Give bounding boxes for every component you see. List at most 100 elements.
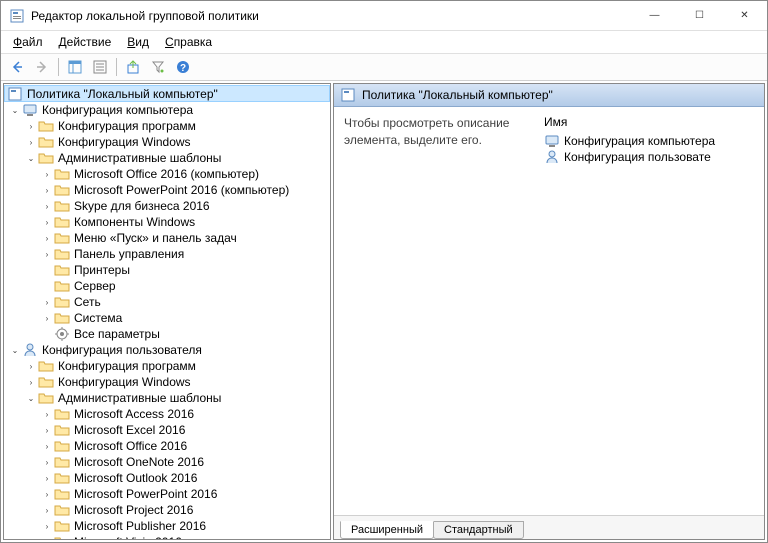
tree-node[interactable]: › Microsoft Access 2016 [4, 406, 330, 422]
tree-node[interactable]: ›Microsoft Office 2016 (компьютер) [4, 166, 330, 182]
description-column: Чтобы просмотреть описание элемента, выд… [344, 115, 514, 507]
folder-icon [54, 262, 70, 278]
tree-node[interactable]: Сервер [4, 278, 330, 294]
blank-icon [40, 263, 54, 277]
expand-icon[interactable]: › [40, 199, 54, 213]
tree-node-root[interactable]: Политика "Локальный компьютер" [4, 85, 330, 102]
tree-node[interactable]: › Microsoft OneNote 2016 [4, 454, 330, 470]
toolbar: ? [1, 53, 767, 81]
tree-node[interactable]: ›Microsoft Outlook 2016 [4, 470, 330, 486]
expand-icon[interactable]: › [40, 231, 54, 245]
folder-icon [54, 454, 70, 470]
expand-icon[interactable]: › [40, 471, 54, 485]
expand-icon[interactable]: › [40, 295, 54, 309]
expand-icon[interactable]: › [40, 407, 54, 421]
close-button[interactable]: ✕ [722, 1, 767, 31]
menu-view[interactable]: Вид [119, 33, 157, 51]
collapse-icon[interactable]: ⌄ [8, 103, 22, 117]
back-button[interactable] [5, 55, 29, 79]
user-icon [22, 342, 38, 358]
expand-icon[interactable]: › [40, 503, 54, 517]
folder-icon [38, 390, 54, 406]
column-header-name[interactable]: Имя [544, 115, 754, 133]
list-item[interactable]: Конфигурация пользовате [544, 149, 754, 165]
export-button[interactable] [121, 55, 145, 79]
tree-node[interactable]: › Конфигурация Windows [4, 134, 330, 150]
items-column: Имя Конфигурация компьютера Конфигурация… [544, 115, 754, 507]
details-pane: Политика "Локальный компьютер" Чтобы про… [333, 83, 765, 540]
menu-file[interactable]: Файл [5, 33, 51, 51]
tree-node[interactable]: ›Microsoft Office 2016 [4, 438, 330, 454]
folder-icon [54, 470, 70, 486]
tree-node[interactable]: › Microsoft PowerPoint 2016 (компьютер) [4, 182, 330, 198]
maximize-button[interactable]: ☐ [677, 1, 722, 31]
tree-node-label: Microsoft Project 2016 [74, 503, 193, 517]
tree-node[interactable]: ›Сеть [4, 294, 330, 310]
tree-node-label: Microsoft PowerPoint 2016 (компьютер) [74, 183, 289, 197]
tree-node[interactable]: › Конфигурация Windows [4, 374, 330, 390]
tree-node[interactable]: › Конфигурация программ [4, 358, 330, 374]
folder-icon [54, 422, 70, 438]
tree-node-label: Microsoft Excel 2016 [74, 423, 185, 437]
blank-icon [40, 279, 54, 293]
policy-tree: Политика "Локальный компьютер" ⌄ Конфигу… [4, 84, 330, 540]
policy-icon [340, 87, 356, 103]
minimize-button[interactable]: — [632, 1, 677, 31]
content-area: Политика "Локальный компьютер" ⌄ Конфигу… [1, 81, 767, 542]
tree-node[interactable]: ›Система [4, 310, 330, 326]
collapse-icon[interactable]: ⌄ [8, 343, 22, 357]
folder-icon [54, 166, 70, 182]
menu-help[interactable]: Справка [157, 33, 220, 51]
filter-button[interactable] [146, 55, 170, 79]
tree-node[interactable]: ›Microsoft Publisher 2016 [4, 518, 330, 534]
details-body: Чтобы просмотреть описание элемента, выд… [334, 107, 764, 515]
expand-icon[interactable]: › [40, 215, 54, 229]
tree-node-user-config[interactable]: ⌄ Конфигурация пользователя [4, 342, 330, 358]
expand-icon[interactable]: › [40, 167, 54, 181]
tree-node[interactable]: › Microsoft Project 2016 [4, 502, 330, 518]
tree-node[interactable]: Принтеры [4, 262, 330, 278]
menu-action[interactable]: Действие [51, 33, 120, 51]
expand-icon[interactable]: › [40, 487, 54, 501]
expand-icon[interactable]: › [40, 247, 54, 261]
expand-icon[interactable]: › [40, 535, 54, 540]
folder-icon [54, 278, 70, 294]
tree-node[interactable]: ›Компоненты Windows [4, 214, 330, 230]
tree-node[interactable]: ›Панель управления [4, 246, 330, 262]
tree-node[interactable]: ›Microsoft PowerPoint 2016 [4, 486, 330, 502]
tree-node[interactable]: › Конфигурация программ [4, 118, 330, 134]
expand-icon[interactable]: › [40, 423, 54, 437]
tab-extended[interactable]: Расширенный [340, 521, 434, 539]
expand-icon[interactable]: › [40, 455, 54, 469]
tree-node-admin-templates[interactable]: ⌄ Административные шаблоны [4, 390, 330, 406]
tree-node-label: Microsoft Access 2016 [74, 407, 194, 421]
tree-pane[interactable]: Политика "Локальный компьютер" ⌄ Конфигу… [3, 83, 331, 540]
help-button[interactable]: ? [171, 55, 195, 79]
policy-icon [7, 86, 23, 102]
tree-node-computer-config[interactable]: ⌄ Конфигурация компьютера [4, 102, 330, 118]
tree-node-admin-templates[interactable]: ⌄ Административные шаблоны [4, 150, 330, 166]
tree-node[interactable]: ›Меню «Пуск» и панель задач [4, 230, 330, 246]
expand-icon[interactable]: › [40, 439, 54, 453]
tree-node[interactable]: ›Skype для бизнеса 2016 [4, 198, 330, 214]
expand-icon[interactable]: › [24, 375, 38, 389]
list-item[interactable]: Конфигурация компьютера [544, 133, 754, 149]
tree-node[interactable]: › Microsoft Excel 2016 [4, 422, 330, 438]
expand-icon[interactable]: › [24, 119, 38, 133]
collapse-icon[interactable]: ⌄ [24, 151, 38, 165]
tree-node-all-params[interactable]: Все параметры [4, 326, 330, 342]
forward-button[interactable] [30, 55, 54, 79]
show-hide-tree-button[interactable] [63, 55, 87, 79]
expand-icon[interactable]: › [40, 311, 54, 325]
expand-icon[interactable]: › [40, 183, 54, 197]
tree-node[interactable]: ›Microsoft Visio 2016 [4, 534, 330, 540]
tree-node-label: Microsoft OneNote 2016 [74, 455, 204, 469]
collapse-icon[interactable]: ⌄ [24, 391, 38, 405]
tab-standard[interactable]: Стандартный [433, 521, 524, 539]
expand-icon[interactable]: › [24, 359, 38, 373]
expand-icon[interactable]: › [24, 135, 38, 149]
folder-icon [54, 518, 70, 534]
expand-icon[interactable]: › [40, 519, 54, 533]
folder-icon [38, 134, 54, 150]
properties-button[interactable] [88, 55, 112, 79]
